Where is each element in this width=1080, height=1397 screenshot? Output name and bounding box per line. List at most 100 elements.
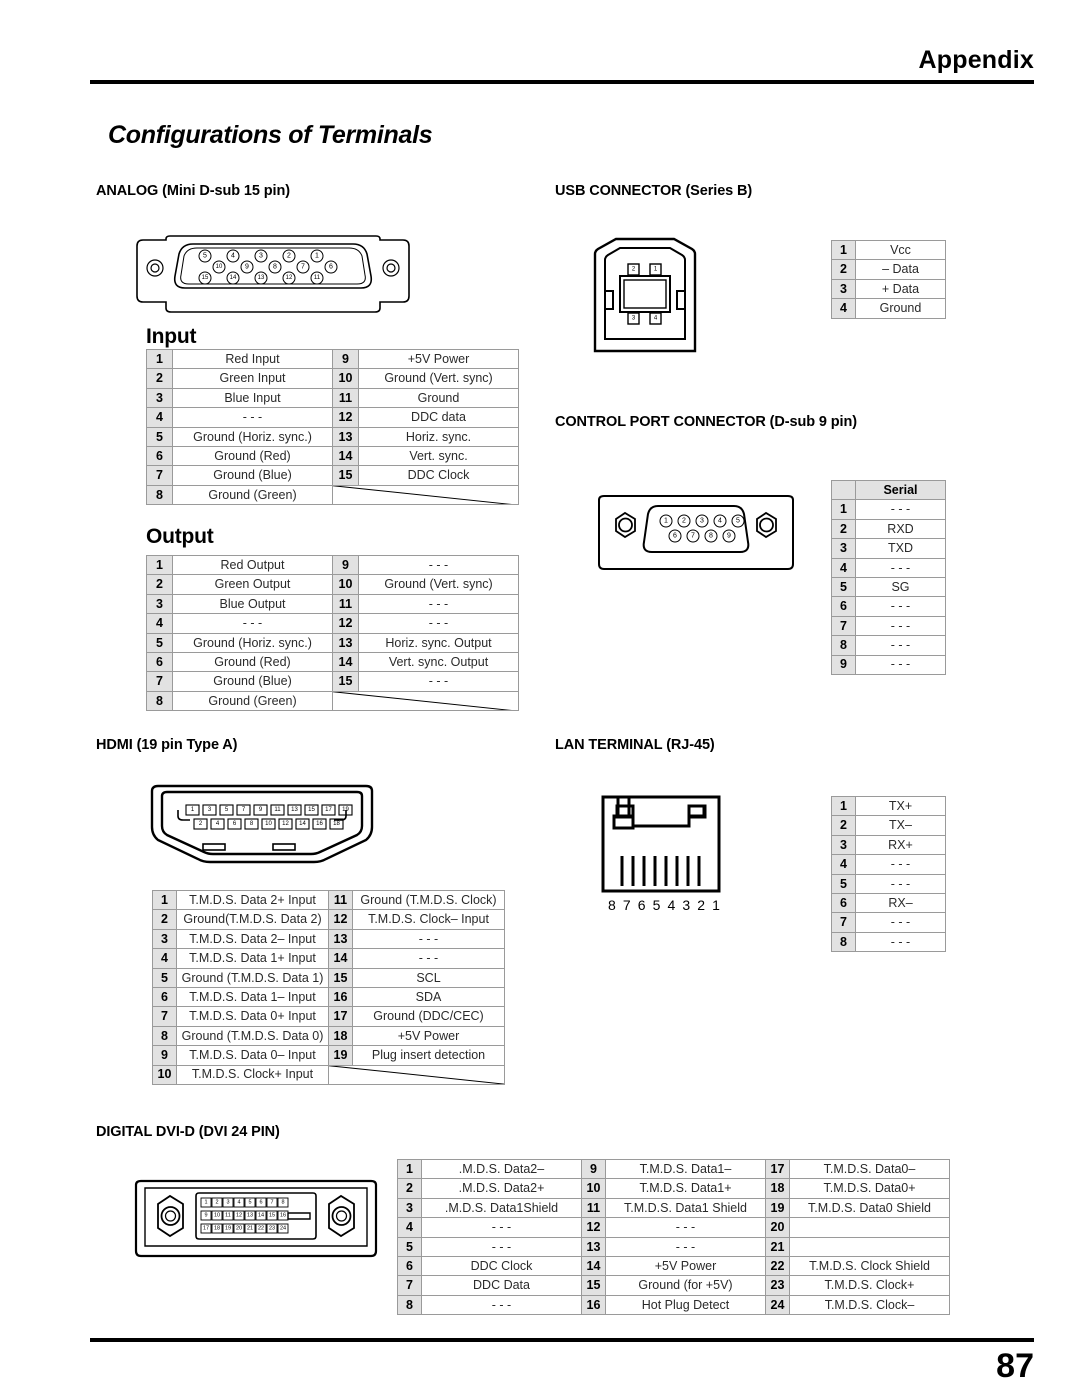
pin-number-cell: 7 [831,912,856,933]
table-row: 7 DDC Data 15 Ground (for +5V) 23 T.M.D.S. Cl… [397,1275,950,1296]
appendix-title: Appendix [918,46,1034,74]
dvi-pin-label: 12 [236,1213,242,1219]
pin-number-cell: 3 [397,1197,422,1219]
pin-signal-cell: - - - [352,948,505,969]
pin-signal-cell: Ground (T.M.D.S. Data 1) [176,967,329,988]
pin-number-cell: 15 [332,465,359,486]
pin-signal-cell: Ground (for +5V) [605,1275,766,1296]
pin-number-cell: 2 [831,815,856,836]
pin-signal-cell: Ground (Blue) [172,671,333,692]
pin-number-cell: 19 [328,1045,353,1066]
pin-signal-cell: - - - [172,613,333,634]
pin-signal-cell: Ground (T.M.D.S. Clock) [352,889,505,911]
pin-signal-cell: - - - [421,1236,582,1257]
pin-number-cell: 19 [765,1197,790,1219]
table-slash-cell [332,484,519,506]
pin-signal-cell: TX– [855,815,946,836]
pin-signal-cell: - - - [855,654,946,675]
pin-number-cell: 5 [831,873,856,894]
pin-signal-cell: - - - [605,1217,766,1238]
pin-number-cell: 20 [765,1217,790,1238]
pin-number-cell: 2 [397,1178,422,1199]
pin-signal-cell: T.M.D.S. Data0 Shield [789,1197,950,1219]
dsub9-connector-diagram: 1 2 3 4 5 6 7 8 9 [596,494,796,577]
table-row: 2 TX– [831,815,946,836]
pin-number-cell: 10 [332,368,359,389]
pin-signal-cell: – Data [855,259,946,280]
page-number: 87 [996,1347,1034,1385]
pin-signal-cell: T.M.D.S. Clock– Input [352,909,505,930]
pin-signal-cell: Ground(T.M.D.S. Data 2) [176,909,329,930]
table-row: 9- - - [831,654,946,675]
pin-number-cell: 5 [146,426,173,447]
rj45-connector-diagram [600,794,722,899]
pin-number-cell: 10 [152,1064,177,1085]
pin-signal-cell: - - - [855,912,946,933]
pin-signal-cell: Horiz. sync. Output [358,632,519,653]
pin-number-cell: 7 [146,465,173,486]
pin-signal-cell: Ground (Green) [172,484,333,506]
pin-number-cell: 8 [831,931,856,953]
pin-number-cell: 2 [831,518,856,540]
pin-number-cell: 14 [581,1255,606,1277]
table-row: 1 T.M.D.S. Data 2+ Input 11 Ground (T.M.D.S… [152,889,505,911]
pin-number-cell: 18 [328,1025,353,1047]
vga-pin-label: 12 [286,275,293,281]
dvi-pin-label: 7 [270,1200,273,1206]
pin-number-cell: 6 [146,445,173,467]
hdmi-pin-label: 18 [333,821,340,827]
table-row: 4- - - [831,854,946,875]
lan-heading: LAN TERMINAL (RJ-45) [555,737,715,753]
table-row: 7- - - [831,615,946,637]
pin-number-cell: 4 [146,407,173,428]
pin-number-cell: 7 [831,615,856,637]
pin-number-cell: 1 [831,795,856,817]
pin-signal-cell: - - - [855,854,946,875]
vga-pin-label: 14 [230,275,237,281]
pin-signal-cell: T.M.D.S. Clock+ [789,1275,950,1296]
pin-number-cell: 6 [831,892,856,914]
pin-number-cell: 8 [397,1294,422,1316]
dvi-pin-label: 10 [214,1213,220,1219]
table-row: 3 .M.D.S. Data1Shield 11 T.M.D.S. Data1 Shi… [397,1197,950,1219]
pin-number-cell: 8 [146,690,173,712]
dsub9-pin-label: 7 [691,533,695,540]
pin-number-cell: 11 [328,889,353,911]
pin-signal-cell: SCL [352,967,505,988]
pin-number-cell: 11 [332,593,359,615]
pin-signal-cell: Ground [358,387,519,409]
pin-signal-cell: T.M.D.S. Data 2+ Input [176,889,329,911]
table-row: 2– Data [831,259,946,280]
pin-signal-cell: Ground (Vert. sync) [358,368,519,389]
pin-signal-cell: T.M.D.S. Data1– [605,1158,766,1180]
pin-signal-cell: - - - [855,931,946,953]
pin-signal-cell: - - - [352,928,505,950]
usb-pin-label: 3 [632,316,636,322]
table-row: 8 Ground (Green) [146,484,519,506]
pin-signal-cell: T.M.D.S. Data 2– Input [176,928,329,950]
table-row: 3 Blue Input 11 Ground [146,387,519,409]
dvi-pin-label: 19 [225,1226,231,1232]
table-row: 4- - -12- - -20 [397,1217,950,1238]
lan-pin-table: 1 TX+ 2 TX– 3 RX+ 4- - -5- - -6 RX– 7- - -8- - - [831,795,946,953]
pin-signal-cell: - - - [855,596,946,617]
pin-number-cell: 12 [581,1217,606,1238]
pin-number-cell: 13 [581,1236,606,1257]
usb-pin-table: 1 Vcc 2– Data 3 + Data 4 Ground [831,239,946,319]
pin-number-cell: 3 [152,928,177,950]
dvi-pin-label: 18 [214,1226,220,1232]
pin-signal-cell: - - - [855,499,946,520]
pin-signal-cell: TXD [855,538,946,559]
pin-signal-cell: Red Output [172,554,333,576]
dvi-pin-label: 8 [281,1200,284,1206]
hdmi-pin-label: 13 [291,807,298,813]
table-row: 4- - - [831,557,946,578]
pin-signal-cell: - - - [358,613,519,634]
table-row: 5 Ground (Horiz. sync.) 13 Horiz. sync. [146,426,519,447]
pin-signal-cell: T.M.D.S. Clock+ Input [176,1064,329,1085]
table-row: 3 T.M.D.S. Data 2– Input 13- - - [152,928,505,950]
control-port-pin-table: Serial 1- - -2 RXD 3 TXD 4- - -5 SG 6- - -7- - … [831,479,946,675]
output-subheading: Output [146,525,214,548]
table-row: 2 Green Input 10 Ground (Vert. sync) [146,368,519,389]
vga-pin-label: 9 [245,264,249,271]
